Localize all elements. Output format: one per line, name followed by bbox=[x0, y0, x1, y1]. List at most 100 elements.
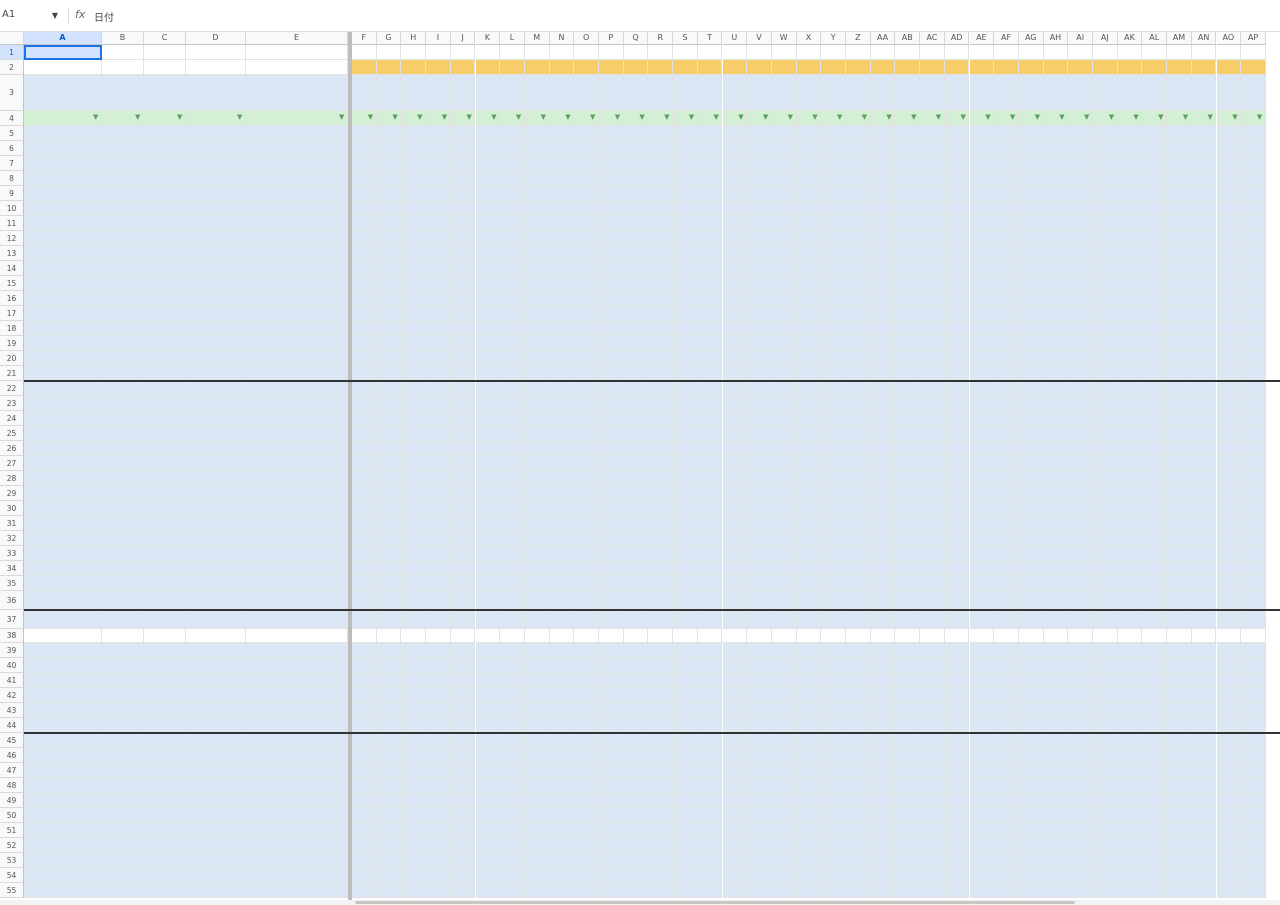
cell[interactable] bbox=[796, 748, 822, 763]
cell[interactable] bbox=[376, 486, 402, 501]
cell[interactable] bbox=[920, 456, 945, 471]
cell[interactable] bbox=[920, 396, 945, 411]
cell[interactable] bbox=[376, 336, 402, 351]
cell[interactable] bbox=[1191, 561, 1217, 576]
cell[interactable] bbox=[102, 351, 144, 366]
cell[interactable] bbox=[574, 366, 599, 381]
cell[interactable] bbox=[1241, 111, 1266, 126]
cell[interactable] bbox=[796, 793, 822, 808]
cell[interactable] bbox=[623, 718, 649, 733]
cell[interactable] bbox=[500, 733, 525, 748]
cell[interactable] bbox=[450, 426, 476, 441]
cell[interactable] bbox=[426, 471, 451, 486]
cell[interactable] bbox=[426, 276, 451, 291]
cell[interactable] bbox=[648, 610, 674, 629]
cell[interactable] bbox=[475, 748, 501, 763]
cell[interactable] bbox=[1167, 883, 1192, 898]
cell[interactable] bbox=[771, 658, 797, 673]
cell[interactable] bbox=[102, 396, 144, 411]
cell[interactable] bbox=[821, 823, 846, 838]
cell[interactable] bbox=[1093, 276, 1118, 291]
cell[interactable] bbox=[870, 531, 896, 546]
cell[interactable] bbox=[1093, 156, 1118, 171]
cell[interactable] bbox=[186, 733, 246, 748]
cell[interactable] bbox=[401, 868, 427, 883]
cell[interactable] bbox=[1093, 75, 1118, 111]
cell[interactable] bbox=[821, 426, 846, 441]
cell[interactable] bbox=[1167, 456, 1192, 471]
cell[interactable] bbox=[599, 201, 624, 216]
cell[interactable] bbox=[673, 411, 698, 426]
cell[interactable] bbox=[722, 396, 748, 411]
cell[interactable] bbox=[500, 853, 525, 868]
cell[interactable] bbox=[1068, 45, 1093, 60]
cell[interactable] bbox=[1068, 838, 1093, 853]
cell[interactable] bbox=[524, 456, 550, 471]
cell[interactable] bbox=[144, 291, 186, 306]
cell[interactable] bbox=[846, 838, 871, 853]
cell[interactable] bbox=[1241, 546, 1266, 561]
row-header-41[interactable]: 41 bbox=[0, 673, 24, 688]
cell[interactable] bbox=[599, 381, 624, 396]
cell[interactable] bbox=[599, 141, 624, 156]
cell[interactable] bbox=[352, 246, 377, 261]
cell[interactable] bbox=[1241, 216, 1266, 231]
cell[interactable] bbox=[599, 763, 624, 778]
cell[interactable] bbox=[673, 351, 698, 366]
cell[interactable] bbox=[623, 576, 649, 591]
cell[interactable] bbox=[796, 629, 822, 643]
cell[interactable] bbox=[144, 141, 186, 156]
cell[interactable] bbox=[102, 141, 144, 156]
corner-cell[interactable] bbox=[0, 32, 24, 45]
cell[interactable] bbox=[771, 823, 797, 838]
cell[interactable] bbox=[994, 703, 1019, 718]
cell[interactable] bbox=[1191, 718, 1217, 733]
cell[interactable] bbox=[524, 778, 550, 793]
cell[interactable] bbox=[102, 186, 144, 201]
cell[interactable] bbox=[870, 516, 896, 531]
cell[interactable] bbox=[1018, 75, 1044, 111]
cell[interactable] bbox=[599, 531, 624, 546]
cell[interactable] bbox=[1142, 306, 1168, 321]
cell[interactable] bbox=[722, 643, 748, 658]
cell[interactable] bbox=[549, 501, 575, 516]
cell[interactable] bbox=[722, 111, 748, 126]
cell[interactable] bbox=[1018, 471, 1044, 486]
cell[interactable] bbox=[1142, 45, 1168, 60]
cell[interactable] bbox=[1093, 306, 1118, 321]
cell[interactable] bbox=[475, 45, 501, 60]
cell[interactable] bbox=[24, 883, 102, 898]
cell[interactable] bbox=[722, 171, 748, 186]
cell[interactable] bbox=[352, 366, 377, 381]
column-header-AJ[interactable]: AJ bbox=[1093, 32, 1118, 45]
cell[interactable] bbox=[524, 748, 550, 763]
cell[interactable] bbox=[376, 381, 402, 396]
cell[interactable] bbox=[1068, 763, 1093, 778]
cell[interactable] bbox=[697, 291, 723, 306]
cell[interactable] bbox=[500, 351, 525, 366]
cell[interactable] bbox=[1216, 561, 1242, 576]
cell[interactable] bbox=[352, 231, 377, 246]
cell[interactable] bbox=[994, 366, 1019, 381]
cell[interactable] bbox=[747, 868, 772, 883]
cell[interactable] bbox=[895, 231, 921, 246]
cell[interactable] bbox=[475, 516, 501, 531]
cell[interactable] bbox=[500, 291, 525, 306]
cell[interactable] bbox=[1117, 171, 1143, 186]
cell[interactable] bbox=[697, 531, 723, 546]
cell[interactable] bbox=[697, 456, 723, 471]
cell[interactable] bbox=[821, 531, 846, 546]
cell[interactable] bbox=[920, 75, 945, 111]
cell[interactable] bbox=[870, 381, 896, 396]
cell[interactable] bbox=[426, 718, 451, 733]
cell[interactable] bbox=[1117, 231, 1143, 246]
cell[interactable] bbox=[1093, 629, 1118, 643]
cell[interactable] bbox=[102, 718, 144, 733]
cell[interactable] bbox=[186, 516, 246, 531]
cell[interactable] bbox=[500, 231, 525, 246]
cell[interactable] bbox=[186, 853, 246, 868]
cell[interactable] bbox=[549, 823, 575, 838]
row-header-24[interactable]: 24 bbox=[0, 411, 24, 426]
cell[interactable] bbox=[895, 411, 921, 426]
cell[interactable] bbox=[994, 793, 1019, 808]
